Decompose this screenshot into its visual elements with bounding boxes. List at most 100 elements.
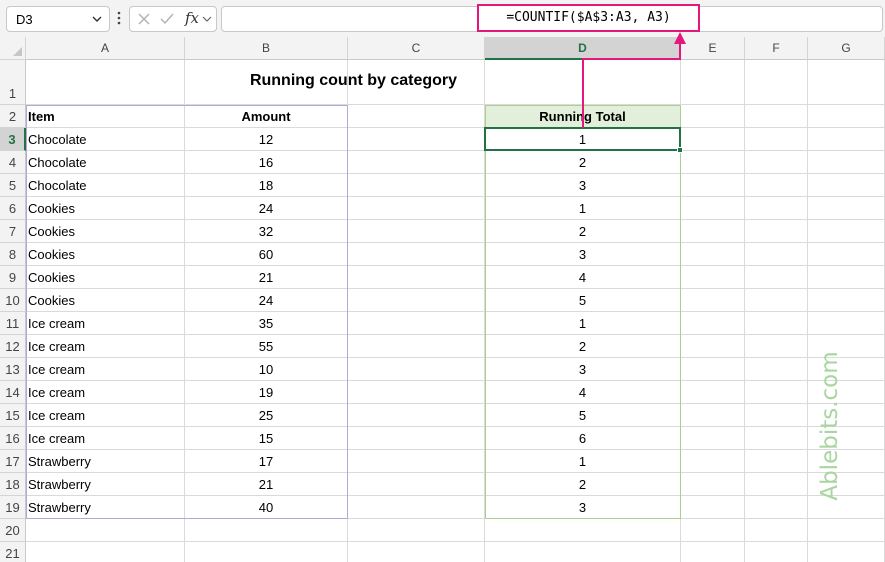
cell-a2[interactable]: Item <box>26 105 185 128</box>
cell-f6[interactable] <box>745 197 808 220</box>
row-header-9[interactable]: 9 <box>0 266 26 289</box>
cell-c13[interactable] <box>348 358 485 381</box>
cell-f16[interactable] <box>745 427 808 450</box>
cell-d17[interactable]: 1 <box>485 450 681 473</box>
cell-f7[interactable] <box>745 220 808 243</box>
cell-d5[interactable]: 3 <box>485 174 681 197</box>
cell-e15[interactable] <box>681 404 745 427</box>
cell-e6[interactable] <box>681 197 745 220</box>
cell-e19[interactable] <box>681 496 745 519</box>
column-header-b[interactable]: B <box>185 37 348 60</box>
row-header-8[interactable]: 8 <box>0 243 26 266</box>
cell-c7[interactable] <box>348 220 485 243</box>
cell-d10[interactable]: 5 <box>485 289 681 312</box>
row-header-4[interactable]: 4 <box>0 151 26 174</box>
cell-e21[interactable] <box>681 542 745 562</box>
cell-b13[interactable]: 10 <box>185 358 348 381</box>
cell-b14[interactable]: 19 <box>185 381 348 404</box>
cell-a18[interactable]: Strawberry <box>26 473 185 496</box>
row-header-10[interactable]: 10 <box>0 289 26 312</box>
cell-e13[interactable] <box>681 358 745 381</box>
cell-a15[interactable]: Ice cream <box>26 404 185 427</box>
cell-c3[interactable] <box>348 128 485 151</box>
row-header-16[interactable]: 16 <box>0 427 26 450</box>
cell-g5[interactable] <box>808 174 885 197</box>
cell-f3[interactable] <box>745 128 808 151</box>
cell-b8[interactable]: 60 <box>185 243 348 266</box>
row-header-11[interactable]: 11 <box>0 312 26 335</box>
cell-e17[interactable] <box>681 450 745 473</box>
cell-b18[interactable]: 21 <box>185 473 348 496</box>
cell-f2[interactable] <box>745 105 808 128</box>
cell-e5[interactable] <box>681 174 745 197</box>
row-header-14[interactable]: 14 <box>0 381 26 404</box>
cell-d18[interactable]: 2 <box>485 473 681 496</box>
cell-b6[interactable]: 24 <box>185 197 348 220</box>
function-icon[interactable]: fx <box>185 9 199 27</box>
cell-f5[interactable] <box>745 174 808 197</box>
cell-d3[interactable]: 1 <box>485 128 681 151</box>
cell-a20[interactable] <box>26 519 185 542</box>
cell-f14[interactable] <box>745 381 808 404</box>
cell-e3[interactable] <box>681 128 745 151</box>
cell-c5[interactable] <box>348 174 485 197</box>
cell-f21[interactable] <box>745 542 808 562</box>
cell-e20[interactable] <box>681 519 745 542</box>
cell-c10[interactable] <box>348 289 485 312</box>
cell-a5[interactable]: Chocolate <box>26 174 185 197</box>
cell-d19[interactable]: 3 <box>485 496 681 519</box>
cell-e8[interactable] <box>681 243 745 266</box>
row-header-3[interactable]: 3 <box>0 128 26 151</box>
cancel-icon[interactable] <box>136 11 152 27</box>
fill-handle[interactable] <box>677 147 683 153</box>
chevron-down-icon[interactable] <box>90 12 104 26</box>
cell-g7[interactable] <box>808 220 885 243</box>
name-box[interactable]: D3 <box>6 6 110 32</box>
cell-b4[interactable]: 16 <box>185 151 348 174</box>
cell-a12[interactable]: Ice cream <box>26 335 185 358</box>
cell-d11[interactable]: 1 <box>485 312 681 335</box>
cell-f20[interactable] <box>745 519 808 542</box>
cell-g1[interactable] <box>808 60 885 105</box>
cell-d21[interactable] <box>485 542 681 562</box>
more-options-icon[interactable] <box>115 10 123 26</box>
cell-g4[interactable] <box>808 151 885 174</box>
cell-b9[interactable]: 21 <box>185 266 348 289</box>
cell-g21[interactable] <box>808 542 885 562</box>
cell-a9[interactable]: Cookies <box>26 266 185 289</box>
cell-b20[interactable] <box>185 519 348 542</box>
cell-b15[interactable]: 25 <box>185 404 348 427</box>
cell-c17[interactable] <box>348 450 485 473</box>
row-header-7[interactable]: 7 <box>0 220 26 243</box>
cell-e16[interactable] <box>681 427 745 450</box>
row-header-12[interactable]: 12 <box>0 335 26 358</box>
cell-d4[interactable]: 2 <box>485 151 681 174</box>
cell-e12[interactable] <box>681 335 745 358</box>
cell-g11[interactable] <box>808 312 885 335</box>
cell-c9[interactable] <box>348 266 485 289</box>
row-header-18[interactable]: 18 <box>0 473 26 496</box>
column-header-g[interactable]: G <box>808 37 885 60</box>
fx-chevron-icon[interactable] <box>201 13 213 25</box>
column-header-c[interactable]: C <box>348 37 485 60</box>
cell-f4[interactable] <box>745 151 808 174</box>
cell-b2[interactable]: Amount <box>185 105 348 128</box>
cell-c2[interactable] <box>348 105 485 128</box>
cell-d6[interactable]: 1 <box>485 197 681 220</box>
column-header-a[interactable]: A <box>26 37 185 60</box>
cell-d16[interactable]: 6 <box>485 427 681 450</box>
cell-a4[interactable]: Chocolate <box>26 151 185 174</box>
cell-f9[interactable] <box>745 266 808 289</box>
cell-g10[interactable] <box>808 289 885 312</box>
row-header-6[interactable]: 6 <box>0 197 26 220</box>
row-header-19[interactable]: 19 <box>0 496 26 519</box>
row-header-1[interactable]: 1 <box>0 60 26 105</box>
cell-e7[interactable] <box>681 220 745 243</box>
cell-e1[interactable] <box>681 60 745 105</box>
cell-f8[interactable] <box>745 243 808 266</box>
cell-g8[interactable] <box>808 243 885 266</box>
row-header-15[interactable]: 15 <box>0 404 26 427</box>
cell-a6[interactable]: Cookies <box>26 197 185 220</box>
cell-a3[interactable]: Chocolate <box>26 128 185 151</box>
cell-e2[interactable] <box>681 105 745 128</box>
